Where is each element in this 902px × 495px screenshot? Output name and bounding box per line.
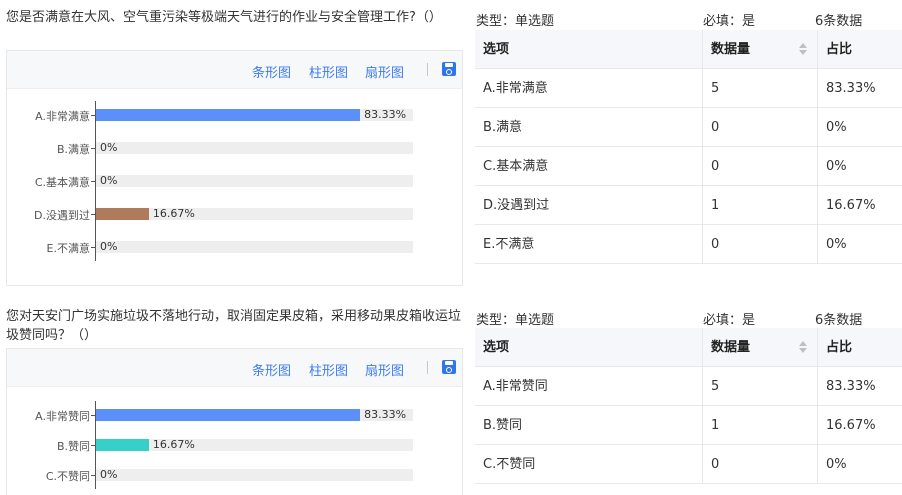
save-icon[interactable] bbox=[442, 62, 456, 76]
percent-cell: 16.67% bbox=[826, 198, 876, 213]
axis-tick bbox=[91, 415, 95, 416]
column-header: 选项 bbox=[475, 328, 703, 367]
toolbar-divider bbox=[427, 63, 428, 76]
count-cell: 1 bbox=[703, 186, 818, 225]
bar-value-label: 83.33% bbox=[364, 408, 407, 421]
percent-cell: 16.67% bbox=[826, 418, 876, 433]
column-chart-button[interactable]: 柱形图 bbox=[309, 360, 348, 379]
option-cell: D.没遇到过 bbox=[475, 186, 703, 225]
count-cell: 5 bbox=[703, 367, 818, 406]
bar bbox=[96, 208, 149, 220]
sort-icon[interactable] bbox=[799, 43, 807, 56]
category-label: C.不赞同 bbox=[45, 470, 90, 483]
column-chart-button[interactable]: 柱形图 bbox=[309, 62, 348, 81]
percent-cell: 0% bbox=[826, 120, 847, 135]
bar-track bbox=[96, 469, 413, 481]
table-header-row: 选项 数据量 占比 bbox=[475, 30, 902, 69]
percent-cell: 0% bbox=[826, 237, 847, 252]
percent-cell: 83.33% bbox=[826, 81, 876, 96]
toolbar-divider bbox=[427, 361, 428, 374]
option-cell: C.基本满意 bbox=[475, 147, 703, 186]
bar-value-label: 0% bbox=[100, 468, 118, 481]
option-cell: C.不赞同 bbox=[475, 445, 703, 484]
pie-chart-button[interactable]: 扇形图 bbox=[365, 360, 404, 379]
column-header[interactable]: 数据量 bbox=[703, 328, 818, 367]
table-row: B.满意 0 0% bbox=[475, 108, 902, 147]
count-cell: 0 bbox=[703, 225, 818, 264]
bar-track bbox=[96, 241, 413, 253]
option-cell: E.不满意 bbox=[475, 225, 703, 264]
table-row: A.非常赞同 5 83.33% bbox=[475, 367, 902, 406]
option-cell: B.满意 bbox=[475, 108, 703, 147]
count-cell: 0 bbox=[703, 147, 818, 186]
axis-tick bbox=[91, 115, 95, 116]
column-header: 占比 bbox=[826, 340, 853, 355]
count-cell: 5 bbox=[703, 69, 818, 108]
table-row: A.非常满意 5 83.33% bbox=[475, 69, 902, 108]
table-row: B.赞同 1 16.67% bbox=[475, 406, 902, 445]
table-row: C.不赞同 0 0% bbox=[475, 445, 902, 484]
bar-track bbox=[96, 175, 413, 187]
category-label: D.没遇到过 bbox=[34, 209, 90, 222]
column-header: 占比 bbox=[826, 42, 853, 57]
count-cell: 0 bbox=[703, 108, 818, 147]
bar bbox=[96, 109, 361, 121]
sort-icon[interactable] bbox=[799, 341, 807, 354]
question-type: 类型：单选题 bbox=[476, 14, 555, 29]
column-header: 选项 bbox=[475, 30, 703, 69]
record-count: 6条数据 bbox=[815, 14, 863, 29]
question-type: 类型：单选题 bbox=[476, 313, 555, 328]
option-cell: A.非常满意 bbox=[475, 69, 703, 108]
axis-tick bbox=[91, 214, 95, 215]
category-label: A.非常满意 bbox=[35, 110, 90, 123]
axis-tick bbox=[91, 247, 95, 248]
bar-value-label: 83.33% bbox=[364, 108, 407, 121]
save-icon[interactable] bbox=[442, 360, 456, 374]
percent-cell: 83.33% bbox=[826, 379, 876, 394]
bar bbox=[96, 439, 149, 451]
bar-chart-button[interactable]: 条形图 bbox=[252, 62, 291, 81]
percent-cell: 0% bbox=[826, 457, 847, 472]
count-cell: 1 bbox=[703, 406, 818, 445]
table-row: E.不满意 0 0% bbox=[475, 225, 902, 264]
bar bbox=[96, 409, 361, 421]
category-label: C.基本满意 bbox=[34, 176, 90, 189]
column-header[interactable]: 数据量 bbox=[703, 30, 818, 69]
table-header-row: 选项 数据量 占比 bbox=[475, 328, 902, 367]
axis-tick bbox=[91, 181, 95, 182]
axis-tick bbox=[91, 445, 95, 446]
category-label: B.赞同 bbox=[56, 440, 90, 453]
bar-value-label: 0% bbox=[100, 141, 118, 154]
bar-value-label: 16.67% bbox=[152, 207, 195, 220]
percent-cell: 0% bbox=[826, 159, 847, 174]
table-row: C.基本满意 0 0% bbox=[475, 147, 902, 186]
chart-toolbar: 条形图 柱形图 扇形图 bbox=[7, 349, 462, 387]
question-title: 您对天安门广场实施垃圾不落地行动，取消固定果皮箱，采用移动果皮箱收运垃圾赞同吗？… bbox=[6, 309, 462, 343]
axis-tick bbox=[91, 475, 95, 476]
chart-toolbar: 条形图 柱形图 扇形图 bbox=[7, 51, 462, 89]
required-flag: 必填：是 bbox=[703, 313, 756, 328]
record-count: 6条数据 bbox=[815, 313, 863, 328]
question-title: 您是否满意在大风、空气重污染等极端天气进行的作业与安全管理工作?（） bbox=[6, 10, 442, 25]
bar-value-label: 0% bbox=[100, 240, 118, 253]
pie-chart-button[interactable]: 扇形图 bbox=[365, 62, 404, 81]
bar-chart-button[interactable]: 条形图 bbox=[252, 360, 291, 379]
category-label: A.非常赞同 bbox=[35, 410, 90, 423]
axis-tick bbox=[91, 148, 95, 149]
bar-value-label: 16.67% bbox=[152, 438, 195, 451]
category-label: B.满意 bbox=[56, 143, 90, 156]
bar-track bbox=[96, 142, 413, 154]
option-cell: B.赞同 bbox=[475, 406, 703, 445]
category-label: E.不满意 bbox=[46, 242, 90, 255]
count-cell: 0 bbox=[703, 445, 818, 484]
bar-value-label: 0% bbox=[100, 174, 118, 187]
required-flag: 必填：是 bbox=[703, 14, 756, 29]
chart-panel: 条形图 柱形图 扇形图 A.非常赞同 83.33% B.赞同 16.67% C.不赞同 0… bbox=[6, 348, 463, 495]
chart-panel: 条形图 柱形图 扇形图 A.非常满意 83.33% B.满意 0% C.基本满意 0% D.… bbox=[6, 50, 463, 286]
option-cell: A.非常赞同 bbox=[475, 367, 703, 406]
table-row: D.没遇到过 1 16.67% bbox=[475, 186, 902, 225]
